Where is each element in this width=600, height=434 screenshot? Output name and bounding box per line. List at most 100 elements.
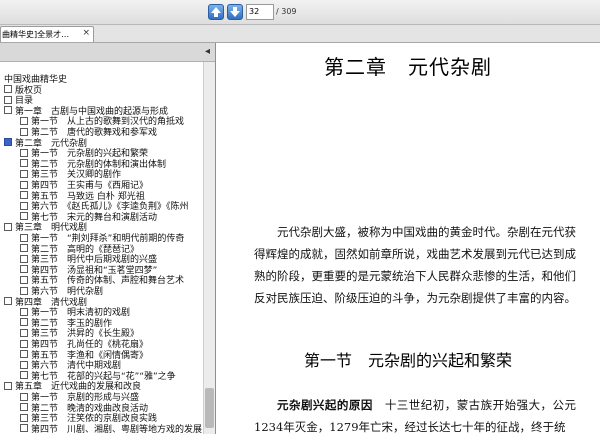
close-tab-icon[interactable]: × xyxy=(82,28,90,39)
bookmark-section[interactable]: 第一节 元杂剧的兴起和繁荣 xyxy=(20,148,149,160)
arrow-up-icon xyxy=(211,7,221,17)
bookmark-chapter[interactable]: 第四章 清代戏剧 xyxy=(4,297,87,308)
bookmark-node-icon[interactable] xyxy=(20,371,28,380)
bookmark-section[interactable]: 第一节 从上古的歌舞到汉代的角抵戏 xyxy=(20,116,185,128)
previous-page-button[interactable] xyxy=(208,4,224,20)
bookmark-label: 第四节 孔尚任的《桃花扇》 xyxy=(31,340,149,350)
bookmark-section[interactable]: 第四节 汤显祖和“玉茗堂四梦” xyxy=(20,265,158,276)
bookmark-node-icon[interactable] xyxy=(20,254,28,263)
bookmark-section[interactable]: 第二节 高明的《琵琶记》 xyxy=(20,244,139,255)
bookmark-label: 第二节 李玉的剧作 xyxy=(31,318,113,329)
sidebar-scrollbar-thumb[interactable] xyxy=(205,388,214,428)
bookmark-label: 第二节 晚清的戏曲改良活动 xyxy=(31,403,149,414)
bookmark-section[interactable]: 第七节 宋元的舞台和演剧活动 xyxy=(20,212,157,223)
bookmark-section[interactable]: 第三节 明代中后期戏剧的兴盛 xyxy=(20,254,158,266)
bookmark-section[interactable]: 第二节 晚清的戏曲改良活动 xyxy=(20,403,149,414)
bookmark-label: 第二节 唐代的歌舞戏和参军戏 xyxy=(31,128,158,138)
collapse-sidebar-icon[interactable]: ◂ xyxy=(205,46,210,58)
bookmark-chapter[interactable]: 版权页 xyxy=(4,85,43,96)
bookmark-label: 版权页 xyxy=(15,85,43,96)
bookmark-chapter[interactable]: 目录 xyxy=(4,95,34,107)
bookmark-label: 第五章 近代戏曲的发展和改良 xyxy=(15,382,142,393)
section-title: 第一节 元杂剧的兴起和繁荣 xyxy=(303,351,512,370)
bookmark-chapter[interactable]: 第一章 古剧与中国戏曲的起源与形成 xyxy=(4,106,168,117)
bookmark-label: 第三节 洪昇的《长生殿》 xyxy=(31,329,140,340)
page-total-label: / 309 xyxy=(276,7,297,16)
bookmark-node-icon[interactable] xyxy=(20,148,28,157)
bookmark-node-icon[interactable] xyxy=(20,127,28,136)
sidebar-scrollbar[interactable] xyxy=(203,62,215,434)
bookmark-node-icon[interactable] xyxy=(20,265,28,274)
bookmark-node-icon[interactable] xyxy=(20,307,28,316)
bookmark-section[interactable]: 第三节 汪笑侬的京剧改良实践 xyxy=(20,413,157,424)
bookmark-node-icon[interactable] xyxy=(20,413,28,422)
bookmark-label: 第三章 明代戏剧 xyxy=(15,223,88,234)
bookmark-node-icon[interactable] xyxy=(20,275,28,284)
bookmark-section[interactable]: 第七节 花部的兴起与“花”“雅”之争 xyxy=(20,371,176,382)
bookmark-section[interactable]: 第六节 明代杂剧 xyxy=(20,286,103,297)
bookmark-node-icon[interactable] xyxy=(20,339,28,348)
bookmark-node-icon[interactable] xyxy=(20,318,28,327)
bookmark-section[interactable]: 第一节 京剧的形成与兴盛 xyxy=(20,392,139,403)
bookmark-node-icon[interactable] xyxy=(20,350,28,359)
bookmark-label: 第一节 “荆刘拜杀”和明代前期的传奇 xyxy=(31,234,185,244)
bookmark-section[interactable]: 第一节 “荆刘拜杀”和明代前期的传奇 xyxy=(20,233,185,244)
toolbar: 32 / 309 xyxy=(0,0,600,25)
bookmark-chapter[interactable]: 第二章 元代杂剧 xyxy=(4,138,88,149)
bookmark-node-icon[interactable] xyxy=(4,85,12,94)
bookmark-section[interactable]: 第四节 川剧、湘剧、粤剧等地方戏的发展 xyxy=(20,424,203,434)
bookmark-label: 第一节 从上古的歌舞到汉代的角抵戏 xyxy=(31,117,185,128)
bookmark-label: 第三节 明代中后期戏剧的兴盛 xyxy=(31,255,158,266)
bookmark-section[interactable]: 第一节 明末清初的戏剧 xyxy=(20,307,130,318)
bookmark-node-icon[interactable] xyxy=(20,392,28,401)
bookmark-node-icon[interactable] xyxy=(20,169,28,178)
bookmark-label: 第三节 关汉卿的剧作 xyxy=(31,170,122,181)
bookmark-node-icon[interactable] xyxy=(20,201,28,210)
body-paragraph: 元杂剧兴起的原因 十三世纪初，蒙古族开始强大，公元1234年灭金，1279年亡宋… xyxy=(254,394,576,434)
bookmark-node-icon[interactable] xyxy=(20,360,28,369)
bookmark-section[interactable]: 第五节 马致远 白朴 郑光祖 xyxy=(20,191,145,202)
bookmark-node-icon[interactable] xyxy=(4,106,12,115)
bookmark-node-icon[interactable] xyxy=(4,138,12,147)
bookmark-label: 第一节 元杂剧的兴起和繁荣 xyxy=(31,149,149,160)
bookmark-section[interactable]: 第二节 李玉的剧作 xyxy=(20,318,113,329)
bookmark-label: 第四节 汤显祖和“玉茗堂四梦” xyxy=(31,265,158,276)
bookmark-chapter[interactable]: 中国戏曲精华史 xyxy=(4,75,67,85)
arrow-down-icon xyxy=(230,7,240,17)
paragraph-lead: 元杂剧兴起的原因 xyxy=(277,398,373,412)
bookmark-label: 第二章 元代杂剧 xyxy=(15,138,88,149)
bookmark-chapter[interactable]: 第三章 明代戏剧 xyxy=(4,222,88,234)
bookmark-section[interactable]: 第四节 王实甫与《西厢记》 xyxy=(20,180,148,191)
bookmark-section[interactable]: 第三节 洪昇的《长生殿》 xyxy=(20,328,140,340)
bookmark-node-icon[interactable] xyxy=(20,191,28,200)
bookmark-section[interactable]: 第五节 李渔和《闲情偶寄》 xyxy=(20,350,148,361)
bookmark-section[interactable]: 第六节 清代中期戏剧 xyxy=(20,360,122,372)
bookmark-node-icon[interactable] xyxy=(20,233,28,242)
bookmark-node-icon[interactable] xyxy=(20,244,28,253)
bookmark-node-icon[interactable] xyxy=(20,424,28,433)
bookmark-node-icon[interactable] xyxy=(4,222,12,231)
bookmark-node-icon[interactable] xyxy=(4,95,12,104)
bookmark-node-icon[interactable] xyxy=(20,328,28,337)
bookmark-node-icon[interactable] xyxy=(20,403,28,412)
bookmark-label: 第四节 川剧、湘剧、粤剧等地方戏的发展 xyxy=(31,424,203,434)
bookmark-node-icon[interactable] xyxy=(4,297,12,306)
bookmark-node-icon[interactable] xyxy=(20,180,28,189)
bookmark-section[interactable]: 第四节 孔尚任的《桃花扇》 xyxy=(20,339,149,350)
bookmark-node-icon[interactable] xyxy=(20,286,28,295)
document-tab[interactable]: 曲精华史]全景才… × xyxy=(0,26,94,42)
next-page-button[interactable] xyxy=(227,4,243,20)
bookmark-section[interactable]: 第五节 传奇的体制、声腔和舞台艺术 xyxy=(20,275,184,286)
page-number-input[interactable]: 32 xyxy=(246,4,274,20)
bookmark-section[interactable]: 第二节 唐代的歌舞戏和参军戏 xyxy=(20,127,158,138)
bookmark-chapter[interactable]: 第五章 近代戏曲的发展和改良 xyxy=(4,381,142,393)
bookmark-section[interactable]: 第六节 《赵氏孤儿》《李逵负荆》《陈州 xyxy=(20,201,189,212)
bookmark-node-icon[interactable] xyxy=(20,116,28,125)
bookmark-node-icon[interactable] xyxy=(20,212,28,221)
bookmark-node-icon[interactable] xyxy=(4,381,12,390)
bookmark-section[interactable]: 第三节 关汉卿的剧作 xyxy=(20,169,122,181)
bookmark-node-icon[interactable] xyxy=(20,159,28,168)
bookmark-label: 第六节 清代中期戏剧 xyxy=(31,361,122,372)
bookmark-section[interactable]: 第二节 元杂剧的体制和演出体制 xyxy=(20,159,166,170)
bookmark-label: 目录 xyxy=(15,96,34,107)
